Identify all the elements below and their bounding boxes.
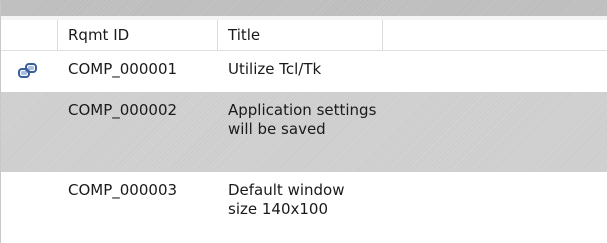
link-icon: [18, 63, 37, 78]
header-rqmt-id[interactable]: Rqmt ID: [58, 20, 218, 50]
header-title-label: Title: [228, 26, 261, 44]
table-header: Rqmt ID Title: [1, 20, 607, 51]
requirements-grid: Rqmt ID Title COMP_000001 Utilize Tcl/Tk…: [0, 0, 607, 243]
row-title: Default window size 140x100: [228, 181, 345, 218]
header-icon-column[interactable]: [1, 20, 58, 50]
table-row[interactable]: COMP_000001 Utilize Tcl/Tk: [1, 51, 607, 92]
header-filler: [383, 20, 607, 50]
header-title[interactable]: Title: [218, 20, 383, 50]
row-rqmt-id: COMP_000001: [68, 60, 178, 78]
row-rqmt-id: COMP_000002: [68, 101, 178, 119]
table-row[interactable]: COMP_000003 Default window size 140x100: [1, 172, 607, 243]
header-rqmt-id-label: Rqmt ID: [68, 26, 130, 44]
row-title: Utilize Tcl/Tk: [228, 60, 322, 78]
row-title: Application settings will be saved: [228, 101, 377, 138]
table-row-selected[interactable]: COMP_000002 Application settings will be…: [1, 92, 607, 172]
row-rqmt-id: COMP_000003: [68, 181, 178, 199]
